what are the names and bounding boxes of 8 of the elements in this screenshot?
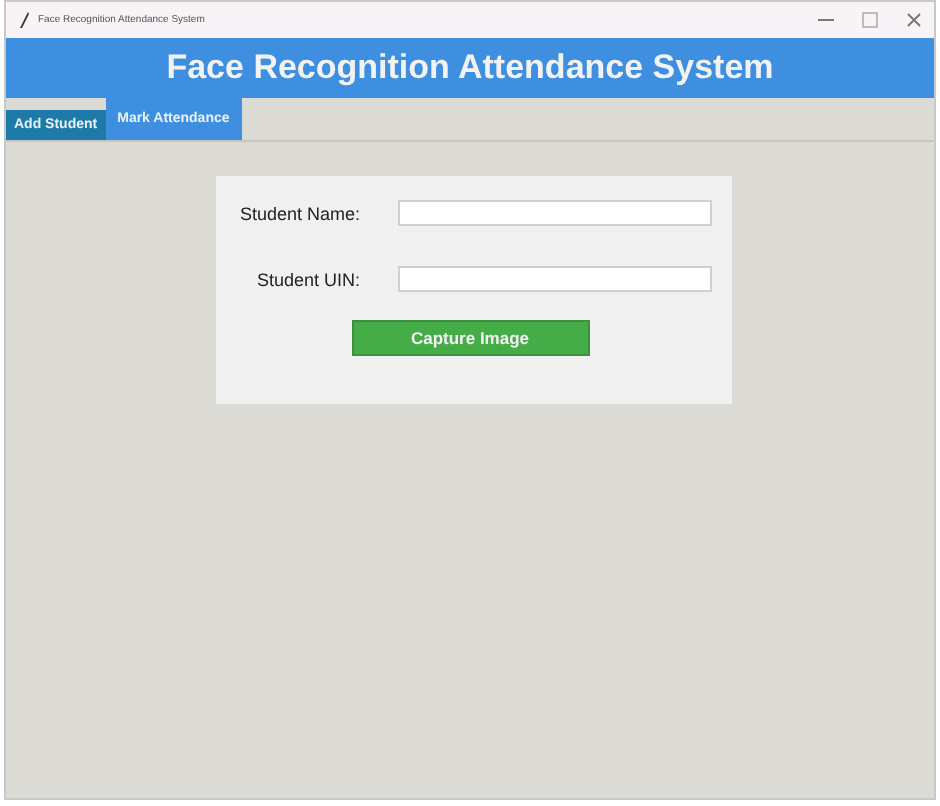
input-field[interactable] bbox=[398, 266, 712, 292]
maximize-icon[interactable] bbox=[862, 12, 878, 28]
input-field[interactable] bbox=[398, 200, 712, 226]
capture-image-button[interactable]: Capture Image bbox=[351, 320, 589, 356]
field-label: Student UIN: bbox=[254, 269, 360, 289]
field-label: Student Name: bbox=[237, 203, 360, 223]
close-icon[interactable] bbox=[906, 12, 922, 28]
app-title: Face Recognition Attendance System bbox=[166, 48, 774, 88]
